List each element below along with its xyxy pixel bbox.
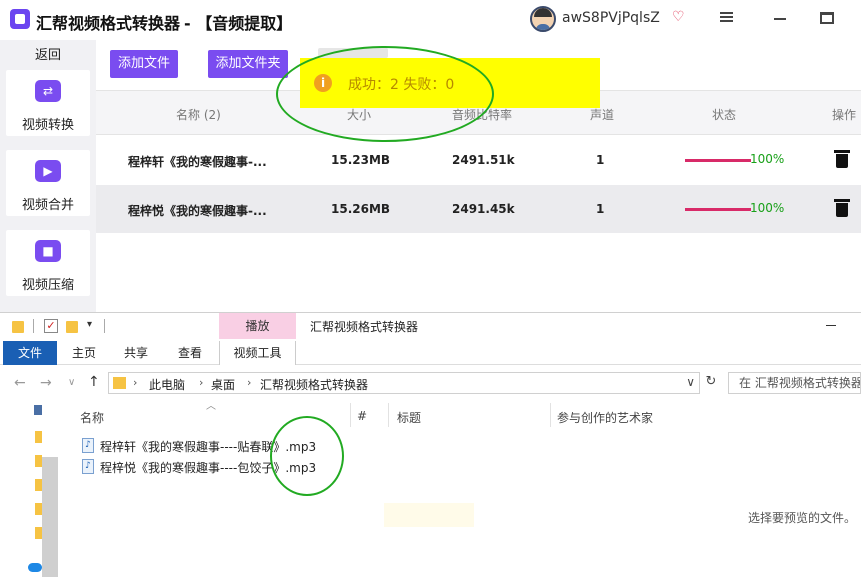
app-titlebar: 汇帮视频格式转换器 - 【音频提取】 awS8PVjPqlsZ ♡ <box>0 0 861 40</box>
progress-text: 100% <box>750 152 785 166</box>
col-name-header[interactable]: 名称 (2) <box>176 106 221 123</box>
minimize-icon[interactable] <box>774 18 786 20</box>
add-file-button[interactable]: 添加文件 <box>110 50 178 78</box>
scrollbar[interactable] <box>42 457 58 577</box>
bitrate-cell: 2491.45k <box>452 202 515 216</box>
sidebar-item-video-merge[interactable]: ▶ 视频合并 <box>6 150 90 216</box>
breadcrumb-desktop[interactable]: 桌面 <box>211 376 235 393</box>
app-logo-icon <box>10 9 30 29</box>
username[interactable]: awS8PVjPqlsZ <box>562 10 660 26</box>
new-folder-icon[interactable] <box>66 321 78 333</box>
sidebar: 返回 ⇄ 视频转换 ▶ 视频合并 ■ 视频压缩 <box>0 40 96 312</box>
folder-icon[interactable] <box>35 455 42 467</box>
video-merge-icon: ▶ <box>35 160 61 182</box>
divider[interactable] <box>350 403 351 427</box>
vip-heart-icon[interactable]: ♡ <box>672 9 688 25</box>
folder-icon[interactable] <box>35 503 42 515</box>
app-mode-title: - 【音频提取】 <box>184 14 293 33</box>
search-input[interactable]: 在 汇帮视频格式转换器 <box>728 372 861 394</box>
sidebar-item-label: 视频合并 <box>21 198 74 213</box>
folder-icon <box>113 377 126 389</box>
divider[interactable] <box>388 403 389 427</box>
progress-text: 100% <box>750 201 785 215</box>
chevron-down-icon[interactable]: ▾ <box>87 319 92 330</box>
breadcrumb-this-pc[interactable]: 此电脑 <box>149 376 185 393</box>
tab-view[interactable]: 查看 <box>168 341 212 365</box>
annotation-circle <box>276 46 494 142</box>
add-folder-button[interactable]: 添加文件夹 <box>208 50 288 78</box>
tab-video-tools[interactable]: 视频工具 <box>219 341 296 365</box>
divider <box>104 319 105 333</box>
back-button[interactable]: 返回 <box>6 44 90 64</box>
ribbon-tabs: 文件 主页 共享 查看 视频工具 <box>0 341 861 365</box>
progress-bar <box>685 159 751 162</box>
sidebar-item-label: 视频转换 <box>21 118 74 133</box>
col-actions-header[interactable]: 操作 <box>832 106 856 123</box>
col-channels-header[interactable]: 声道 <box>590 106 614 123</box>
file-name-cell: 程梓轩《我的寒假趣事-... <box>128 155 267 169</box>
channels-cell: 1 <box>596 153 605 167</box>
tab-file[interactable]: 文件 <box>3 341 57 365</box>
maximize-icon[interactable] <box>820 12 834 24</box>
tab-share[interactable]: 共享 <box>114 341 158 365</box>
refresh-icon[interactable]: ↻ <box>702 374 720 392</box>
sidebar-item-label: 视频压缩 <box>21 278 74 293</box>
col-title-header[interactable]: 标题 <box>397 409 421 426</box>
app-title: 汇帮视频格式转换器 <box>36 14 181 33</box>
folder-icon[interactable] <box>35 527 42 539</box>
delete-icon[interactable] <box>834 150 850 168</box>
file-size-cell: 15.23MB <box>331 153 391 167</box>
col-status-header[interactable]: 状态 <box>712 106 736 123</box>
table-row[interactable]: 程梓悦《我的寒假趣事-... 15.26MB 2491.45k 1 100% <box>96 185 861 233</box>
breadcrumb-folder[interactable]: 汇帮视频格式转换器 <box>260 376 368 393</box>
menu-icon[interactable] <box>720 10 736 26</box>
annotation-circle <box>270 416 344 496</box>
folder-icon[interactable] <box>35 431 42 443</box>
chevron-right-icon[interactable]: › <box>133 376 137 389</box>
preview-message: 选择要预览的文件。 <box>748 511 857 525</box>
forward-arrow-icon[interactable]: → <box>40 375 52 391</box>
sidebar-item-video-convert[interactable]: ⇄ 视频转换 <box>6 70 90 136</box>
channels-cell: 1 <box>596 202 605 216</box>
audio-file-icon: ♪ <box>82 438 94 453</box>
table-row[interactable]: 程梓轩《我的寒假趣事-... 15.23MB 2491.51k 1 100% <box>96 136 861 184</box>
file-size-cell: 15.26MB <box>331 202 391 216</box>
explorer-title: 汇帮视频格式转换器 <box>310 320 419 334</box>
context-tab-play[interactable]: 播放 <box>219 313 296 339</box>
navigation-pane <box>0 401 58 577</box>
bitrate-cell: 2491.51k <box>452 153 515 167</box>
computer-icon[interactable] <box>34 405 42 415</box>
minimize-icon[interactable] <box>826 325 836 326</box>
video-compress-icon: ■ <box>35 240 61 262</box>
properties-icon[interactable]: ✓ <box>44 319 58 333</box>
audio-file-icon: ♪ <box>82 459 94 474</box>
tab-home[interactable]: 主页 <box>62 341 106 365</box>
col-name-header[interactable]: 名称 <box>80 409 104 426</box>
onedrive-cloud-icon[interactable] <box>28 563 42 572</box>
chevron-down-icon[interactable]: ∨ <box>68 377 75 388</box>
sidebar-item-video-compress[interactable]: ■ 视频压缩 <box>6 230 90 296</box>
chevron-down-icon[interactable]: ∨ <box>686 375 695 389</box>
file-name-cell: 程梓悦《我的寒假趣事-... <box>128 204 267 218</box>
folder-icon <box>12 321 24 333</box>
sort-arrow-icon: ︿ <box>206 401 216 412</box>
address-bar-row: ← → ∨ ↑ › 此电脑 › 桌面 › 汇帮视频格式转换器 ∨ ↻ 在 汇帮视… <box>0 371 861 397</box>
address-input[interactable]: › 此电脑 › 桌面 › 汇帮视频格式转换器 ∨ <box>108 372 700 394</box>
col-artist-header[interactable]: 参与创作的艺术家 <box>557 409 653 426</box>
explorer-window: ✓ ▾ 播放 汇帮视频格式转换器 文件 主页 共享 查看 视频工具 ← → ∨ … <box>0 312 861 577</box>
divider[interactable] <box>550 403 551 427</box>
back-arrow-icon[interactable]: ← <box>14 375 26 391</box>
video-convert-icon: ⇄ <box>35 80 61 102</box>
up-arrow-icon[interactable]: ↑ <box>88 374 100 390</box>
avatar[interactable] <box>530 6 556 32</box>
chevron-right-icon[interactable]: › <box>199 376 203 389</box>
delete-icon[interactable] <box>834 199 850 217</box>
divider <box>33 319 34 333</box>
empty-area <box>384 503 474 527</box>
folder-icon[interactable] <box>35 479 42 491</box>
progress-bar <box>685 208 751 211</box>
chevron-right-icon[interactable]: › <box>247 376 251 389</box>
col-number-header[interactable]: # <box>357 409 367 423</box>
